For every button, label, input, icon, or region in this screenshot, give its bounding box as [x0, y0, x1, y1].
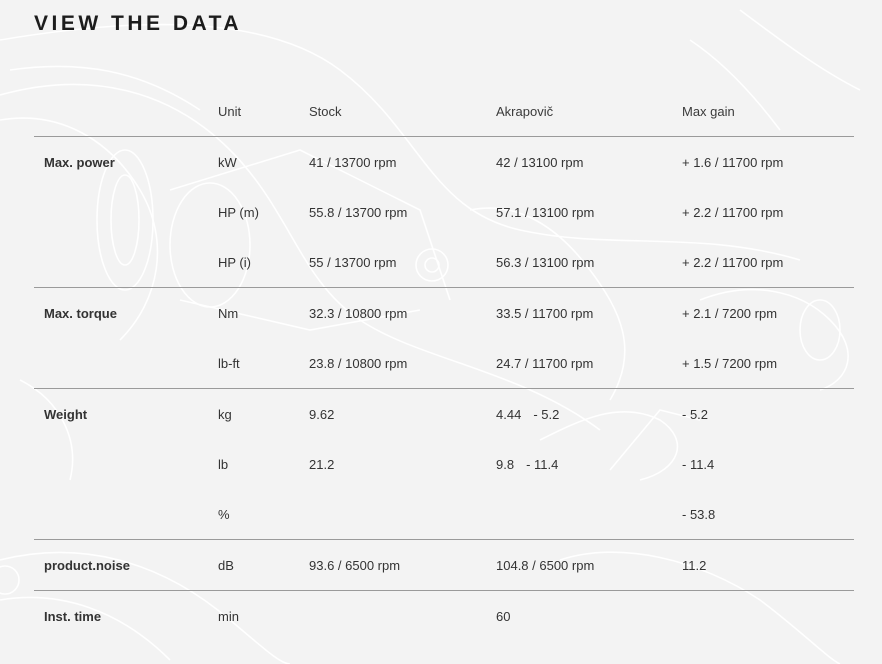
- row-label: Max. torque: [44, 305, 117, 321]
- header-label: [34, 86, 218, 137]
- akrapovic-note: - 11.4: [526, 456, 559, 472]
- akrapovic-cell: 4.44 - 5.2: [496, 389, 682, 440]
- stock-cell: 23.8 / 10800 rpm: [309, 338, 496, 389]
- stock-cell: 55 / 13700 rpm: [309, 237, 496, 288]
- page-title: VIEW THE DATA: [34, 12, 243, 35]
- table-row: Max. power kW 41 / 13700 rpm 42 / 13100 …: [34, 137, 854, 188]
- max-gain-cell: - 53.8: [682, 489, 854, 540]
- akrapovic-cell: 104.8 / 6500 rpm: [496, 539, 682, 591]
- table-row: HP (i) 55 / 13700 rpm 56.3 / 13100 rpm +…: [34, 237, 854, 288]
- row-label: [34, 237, 218, 288]
- row-label: [34, 187, 218, 237]
- row-label: Weight: [44, 406, 88, 422]
- table-row: lb-ft 23.8 / 10800 rpm 24.7 / 11700 rpm …: [34, 338, 854, 389]
- unit-cell: kg: [218, 406, 232, 422]
- unit-cell: lb-ft: [218, 338, 309, 389]
- unit-cell: kW: [218, 154, 237, 170]
- table-row: Max. torque Nm 32.3 / 10800 rpm 33.5 / 1…: [34, 288, 854, 339]
- stock-cell: [309, 489, 496, 540]
- row-label: [34, 439, 218, 489]
- table-row: % - 53.8: [34, 489, 854, 540]
- akrapovic-cell: 24.7 / 11700 rpm: [496, 338, 682, 389]
- data-table: Unit Stock Akrapovič Max gain Max. power…: [34, 86, 854, 641]
- max-gain-cell: + 2.1 / 7200 rpm: [682, 305, 778, 321]
- table-row: product.noise dB 93.6 / 6500 rpm 104.8 /…: [34, 539, 854, 591]
- akrapovic-value: 9.8: [496, 456, 515, 472]
- akrapovic-cell: 9.8 - 11.4: [496, 439, 682, 489]
- max-gain-cell: - 11.4: [682, 456, 715, 472]
- akrapovic-cell: [496, 489, 682, 540]
- akrapovic-cell: 60: [496, 608, 511, 624]
- table-row: lb 21.2 9.8 - 11.4 - 11.4: [34, 439, 854, 489]
- akrapovic-cell: 57.1 / 13100 rpm: [496, 204, 595, 220]
- unit-cell: HP (i): [218, 237, 309, 288]
- table-row: HP (m) 55.8 / 13700 rpm 57.1 / 13100 rpm…: [34, 187, 854, 237]
- table-header-row: Unit Stock Akrapovič Max gain: [34, 86, 854, 137]
- row-label: [34, 489, 218, 540]
- stock-cell: 21.2: [309, 456, 335, 472]
- max-gain-cell: + 2.2 / 11700 rpm: [682, 204, 784, 220]
- akrapovic-note: - 5.2: [533, 406, 560, 422]
- max-gain-cell: + 1.6 / 11700 rpm: [682, 154, 784, 170]
- akrapovic-cell: 33.5 / 11700 rpm: [496, 305, 594, 321]
- stock-cell: 9.62: [309, 406, 335, 422]
- unit-cell: Nm: [218, 305, 239, 321]
- stock-cell: 55.8 / 13700 rpm: [309, 204, 408, 220]
- header-max-gain: Max gain: [682, 86, 854, 137]
- max-gain-cell: - 5.2: [682, 406, 709, 422]
- stock-cell: [309, 591, 496, 642]
- stock-cell: 41 / 13700 rpm: [309, 154, 397, 170]
- row-label: Inst. time: [44, 608, 102, 624]
- row-label: [34, 338, 218, 389]
- max-gain-cell: + 1.5 / 7200 rpm: [682, 338, 854, 389]
- akrapovic-cell: 42 / 13100 rpm: [496, 154, 584, 170]
- akrapovic-cell: 56.3 / 13100 rpm: [496, 237, 682, 288]
- akrapovic-value: 4.44: [496, 406, 522, 422]
- stock-cell: 93.6 / 6500 rpm: [309, 539, 496, 591]
- row-label: product.noise: [34, 539, 218, 591]
- stock-cell: 32.3 / 10800 rpm: [309, 305, 408, 321]
- table-row: Weight kg 9.62 4.44 - 5.2 - 5.2: [34, 389, 854, 440]
- max-gain-cell: + 2.2 / 11700 rpm: [682, 237, 854, 288]
- unit-cell: HP (m): [218, 204, 259, 220]
- max-gain-cell: [682, 591, 854, 642]
- unit-cell: lb: [218, 456, 229, 472]
- header-unit: Unit: [218, 86, 309, 137]
- row-label: Max. power: [44, 154, 115, 170]
- unit-cell: min: [218, 608, 239, 624]
- unit-cell: dB: [218, 539, 309, 591]
- table-row: Inst. time min 60: [34, 591, 854, 642]
- max-gain-cell: 11.2: [682, 539, 854, 591]
- unit-cell: %: [218, 489, 309, 540]
- header-stock: Stock: [309, 86, 496, 137]
- header-akrapovic: Akrapovič: [496, 86, 682, 137]
